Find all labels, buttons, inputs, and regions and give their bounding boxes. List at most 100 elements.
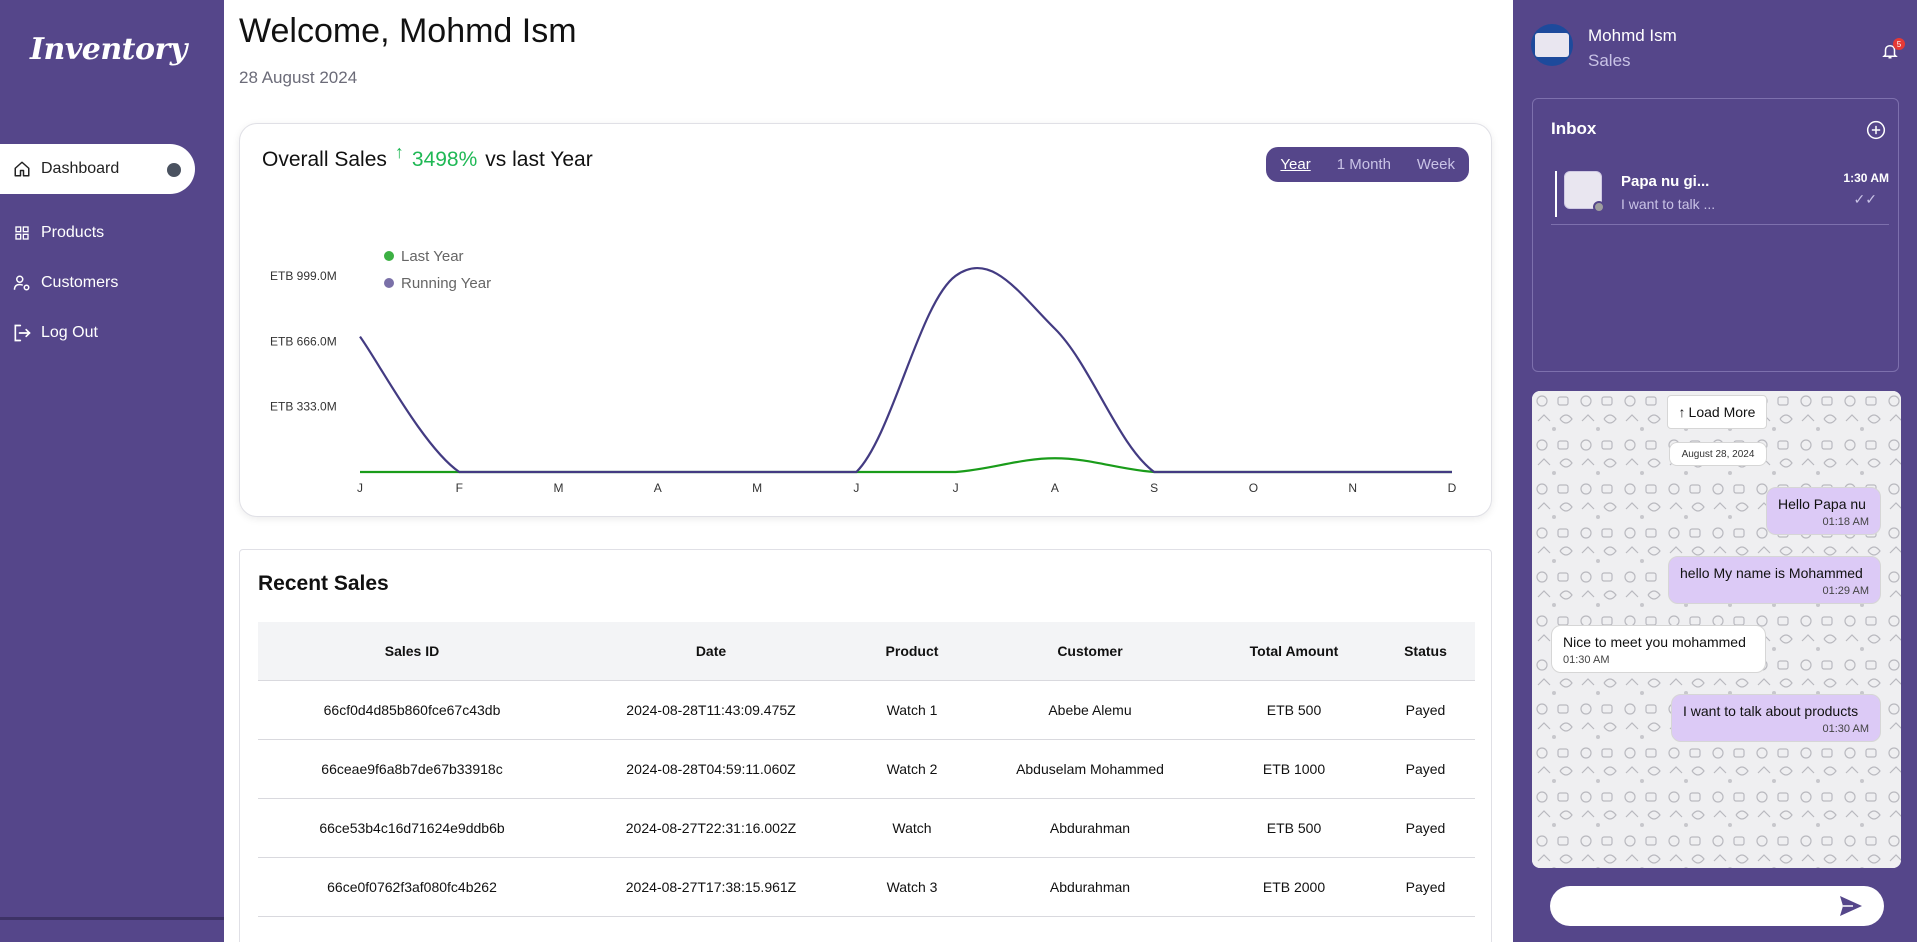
status-cell: Payed <box>1376 739 1475 799</box>
grid-icon <box>11 222 33 244</box>
load-more-button[interactable]: ↑ Load More <box>1667 395 1767 429</box>
x-tick-label: A <box>1051 481 1059 495</box>
status-cell: Payed <box>1376 798 1475 858</box>
home-icon <box>11 158 33 180</box>
message-time: 01:30 AM <box>1822 723 1869 735</box>
message-input[interactable] <box>1550 886 1884 926</box>
main-content: Welcome, Mohmd Ism 28 August 2024 ETB 33… <box>224 0 1513 942</box>
sidebar-item-logout[interactable]: Log Out <box>0 308 98 358</box>
tab-1-month[interactable]: 1 Month <box>1337 156 1391 173</box>
send-icon[interactable] <box>1839 895 1863 917</box>
x-tick-label: D <box>1448 481 1457 495</box>
chat-message-outgoing: I want to talk about products 01:30 AM <box>1671 694 1881 742</box>
x-tick-label: S <box>1150 481 1158 495</box>
chat-message-incoming: Nice to meet you mohammed 01:30 AM <box>1551 625 1766 673</box>
active-conversation-bar <box>1555 171 1557 217</box>
sidebar-item-label: Dashboard <box>41 160 120 177</box>
product-cell: Watch 2 <box>856 739 968 799</box>
x-tick-label: N <box>1348 481 1357 495</box>
column-header: Customer <box>968 622 1212 681</box>
sales-line-chart: ETB 333.0M ETB 666.0M ETB 999.0M J F M A M J J A S O… <box>270 248 1457 495</box>
date-cell: 2024-08-27T17:38:15.961Z <box>566 857 856 917</box>
y-tick-label: ETB 333.0M <box>270 400 337 414</box>
period-tabs: Year 1 Month Week <box>1266 147 1469 182</box>
inbox-panel: Inbox Papa nu gi... I want to talk ... 1… <box>1532 98 1899 372</box>
sales-id-cell: 66ce0f0762f3af080fc4b262 <box>258 857 566 917</box>
double-check-icon: ✓✓ <box>1853 191 1877 207</box>
legend-label: Last Year <box>401 248 464 265</box>
conversation-item[interactable]: Papa nu gi... I want to talk ... 1:30 AM… <box>1551 169 1889 225</box>
sales-percent: 3498% <box>411 148 478 171</box>
sidebar-item-label: Log Out <box>41 324 98 341</box>
legend-marker <box>384 251 394 261</box>
sales-id-cell: 66ce53b4c16d71624e9ddb6b <box>258 798 566 858</box>
profile-role: Sales <box>1588 51 1631 70</box>
sidebar: Inventory Dashboard Products Customers L… <box>0 0 224 942</box>
customer-cell: Abebe Alemu <box>968 680 1212 740</box>
sales-title: Overall Sales <box>262 148 387 171</box>
table-row[interactable]: 66ceae9f6a8b7de67b33918c 2024-08-28T04:5… <box>258 739 1475 799</box>
sidebar-item-label: Customers <box>41 274 119 291</box>
overall-sales-card: ETB 333.0M ETB 666.0M ETB 999.0M J F M A M J J A S O… <box>239 123 1492 517</box>
sidebar-item-customers[interactable]: Customers <box>0 258 118 308</box>
column-header: Date <box>566 622 856 681</box>
message-text: I want to talk about products <box>1683 703 1859 719</box>
status-cell: Payed <box>1376 857 1475 917</box>
column-header: Product <box>856 622 968 681</box>
sidebar-item-label: Products <box>41 224 105 241</box>
tab-year[interactable]: Year <box>1280 156 1310 173</box>
x-tick-label: A <box>654 481 662 495</box>
table-row[interactable]: 66ce53b4c16d71624e9ddb6b 2024-08-27T22:3… <box>258 798 1475 858</box>
sales-header: Overall Sales ↑ 3498% vs last Year <box>262 142 593 172</box>
table-row[interactable]: 66cf0d4d85b860fce67c43db 2024-08-28T11:4… <box>258 680 1475 740</box>
series-line-0 <box>360 457 1452 474</box>
x-tick-label: M <box>554 481 564 495</box>
date-cell: 2024-08-28T11:43:09.475Z <box>566 680 856 740</box>
message-text: hello My name is Mohammed <box>1680 565 1863 581</box>
sidebar-divider <box>0 917 224 920</box>
right-panel: Mohmd Ism Sales 5 Inbox Papa nu gi... I … <box>1513 0 1917 942</box>
trend-up-icon: ↑ <box>394 142 404 162</box>
customer-cell: Abduselam Mohammed <box>968 739 1212 799</box>
x-tick-label: J <box>853 481 859 495</box>
sidebar-item-dashboard[interactable]: Dashboard <box>0 144 195 194</box>
recent-sales-title: Recent Sales <box>258 572 389 595</box>
sales-id-cell: 66cf0d4d85b860fce67c43db <box>258 680 566 740</box>
tab-week[interactable]: Week <box>1417 156 1455 173</box>
user-gear-icon <box>11 272 33 294</box>
status-cell: Payed <box>1376 680 1475 740</box>
conversation-preview: I want to talk ... <box>1621 196 1716 212</box>
chat-message-outgoing: Hello Papa nu 01:18 AM <box>1766 487 1881 535</box>
product-cell: Watch <box>856 798 968 858</box>
column-header: Total Amount <box>1212 622 1376 681</box>
legend-marker <box>384 278 394 288</box>
app-logo: Inventory <box>30 32 187 67</box>
inbox-title: Inbox <box>1551 119 1597 138</box>
add-circle-icon[interactable] <box>1866 120 1886 140</box>
x-tick-label: M <box>752 481 762 495</box>
legend-label: Running Year <box>401 275 491 292</box>
conversation-time: 1:30 AM <box>1843 171 1889 185</box>
x-tick-label: J <box>357 481 363 495</box>
x-tick-label: O <box>1249 481 1258 495</box>
sidebar-item-products[interactable]: Products <box>0 208 104 258</box>
recent-sales-table: Sales ID Date Product Customer Total Amo… <box>258 622 1475 917</box>
y-tick-label: ETB 666.0M <box>270 334 337 348</box>
logout-icon <box>11 322 33 344</box>
sales-id-cell: 66ceae9f6a8b7de67b33918c <box>258 739 566 799</box>
customer-cell: Abdurahman <box>968 857 1212 917</box>
message-text: Nice to meet you mohammed <box>1563 634 1746 650</box>
status-dot <box>1593 201 1605 213</box>
date-cell: 2024-08-27T22:31:16.002Z <box>566 798 856 858</box>
profile-name: Mohmd Ism <box>1588 26 1677 45</box>
product-cell: Watch 1 <box>856 680 968 740</box>
avatar[interactable] <box>1531 24 1573 66</box>
amount-cell: ETB 500 <box>1212 798 1376 858</box>
column-header: Sales ID <box>258 622 566 681</box>
table-row[interactable]: 66ce0f0762f3af080fc4b262 2024-08-27T17:3… <box>258 857 1475 917</box>
amount-cell: ETB 2000 <box>1212 857 1376 917</box>
message-time: 01:29 AM <box>1822 585 1869 597</box>
current-date: 28 August 2024 <box>239 68 358 87</box>
message-time: 01:30 AM <box>1563 654 1610 666</box>
table-header-row: Sales ID Date Product Customer Total Amo… <box>258 622 1475 681</box>
